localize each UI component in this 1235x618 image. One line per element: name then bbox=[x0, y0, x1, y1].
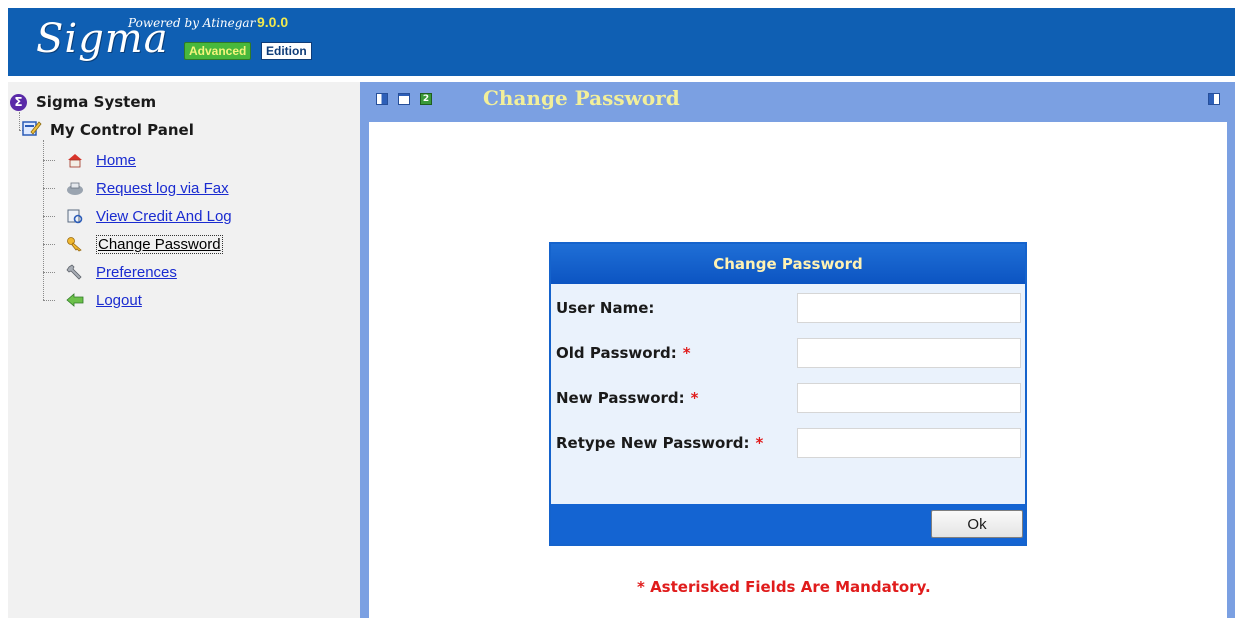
dialog-footer: Ok bbox=[551, 504, 1025, 544]
content-area: Change Password User Name: Old Password:… bbox=[369, 122, 1227, 618]
tree-line bbox=[43, 140, 44, 300]
tree-line bbox=[43, 300, 55, 301]
tree-line bbox=[43, 188, 55, 189]
sidebar-item-label[interactable]: Change Password bbox=[96, 234, 223, 254]
refresh-icon[interactable]: 2 bbox=[420, 93, 432, 105]
sidebar: Σ Sigma System My Control Panel Home Req… bbox=[8, 82, 360, 618]
tree-control-panel[interactable]: My Control Panel bbox=[22, 120, 194, 140]
tree-root-label: Sigma System bbox=[36, 93, 157, 111]
page-title: Change Password bbox=[483, 86, 680, 110]
tree-root[interactable]: Σ Sigma System bbox=[10, 92, 156, 112]
sidebar-item-label[interactable]: Request log via Fax bbox=[96, 180, 229, 197]
form-row-old-password: Old Password: * bbox=[556, 337, 691, 369]
change-password-dialog: Change Password User Name: Old Password:… bbox=[549, 242, 1027, 546]
tree-line bbox=[19, 112, 20, 130]
tree-line bbox=[43, 216, 55, 217]
tree-line bbox=[43, 160, 55, 161]
sigma-logo: Sigma Powered by Atinegar 9.0.0 Advanced… bbox=[36, 12, 346, 72]
dialog-title: Change Password bbox=[713, 255, 863, 273]
sidebar-item-change-password[interactable]: Change Password bbox=[66, 234, 223, 254]
main-panel: 2 Change Password Change Password User N… bbox=[360, 82, 1235, 618]
username-label: User Name: bbox=[556, 299, 655, 317]
home-icon bbox=[66, 152, 84, 168]
sidebar-item-home[interactable]: Home bbox=[66, 150, 136, 170]
sidebar-item-preferences[interactable]: Preferences bbox=[66, 262, 177, 282]
logo-edition-badge: Edition bbox=[261, 42, 312, 60]
tree-line bbox=[43, 272, 55, 273]
sidebar-item-label[interactable]: Home bbox=[96, 152, 136, 169]
form-row-new-password: New Password: * bbox=[556, 382, 699, 414]
logo-version: 9.0.0 bbox=[257, 14, 289, 30]
sidebar-item-logout[interactable]: Logout bbox=[66, 290, 142, 310]
form-row-username: User Name: bbox=[556, 292, 654, 324]
sidebar-item-request-log-via-fax[interactable]: Request log via Fax bbox=[66, 178, 229, 198]
logo-advanced-badge: Advanced bbox=[184, 42, 252, 60]
dock-panel-icon[interactable] bbox=[376, 93, 388, 105]
tree-control-panel-label: My Control Panel bbox=[50, 121, 194, 139]
required-mark: * bbox=[690, 389, 699, 407]
logo-powered-by: Powered by Atinegar bbox=[128, 16, 256, 30]
username-field[interactable] bbox=[797, 293, 1021, 323]
mandatory-note: * Asterisked Fields Are Mandatory. bbox=[637, 578, 931, 596]
sigma-icon: Σ bbox=[10, 93, 27, 111]
window-icon[interactable] bbox=[398, 93, 410, 105]
new-password-label: New Password: bbox=[556, 389, 685, 407]
required-mark: * bbox=[755, 434, 764, 452]
ok-button[interactable]: Ok bbox=[931, 510, 1023, 538]
form-row-retype-password: Retype New Password: * bbox=[556, 427, 763, 459]
app-header: Sigma Powered by Atinegar 9.0.0 Advanced… bbox=[8, 8, 1235, 76]
required-mark: * bbox=[682, 344, 691, 362]
sidebar-item-label[interactable]: Logout bbox=[96, 292, 142, 309]
sidebar-item-view-credit-and-log[interactable]: View Credit And Log bbox=[66, 206, 232, 226]
new-password-field[interactable] bbox=[797, 383, 1021, 413]
tree-line bbox=[43, 244, 55, 245]
credit-log-icon bbox=[66, 208, 84, 224]
wrench-icon bbox=[66, 264, 84, 280]
sidebar-item-label[interactable]: View Credit And Log bbox=[96, 208, 232, 225]
panel-toggle-icon[interactable] bbox=[1208, 93, 1220, 105]
retype-password-field[interactable] bbox=[797, 428, 1021, 458]
retype-password-label: Retype New Password: bbox=[556, 434, 750, 452]
key-icon bbox=[66, 236, 84, 252]
sidebar-item-label[interactable]: Preferences bbox=[96, 264, 177, 281]
dialog-header: Change Password bbox=[551, 244, 1025, 284]
control-panel-icon bbox=[22, 119, 42, 141]
arrow-left-icon bbox=[66, 292, 84, 308]
old-password-label: Old Password: bbox=[556, 344, 677, 362]
fax-icon bbox=[66, 180, 84, 196]
old-password-field[interactable] bbox=[797, 338, 1021, 368]
